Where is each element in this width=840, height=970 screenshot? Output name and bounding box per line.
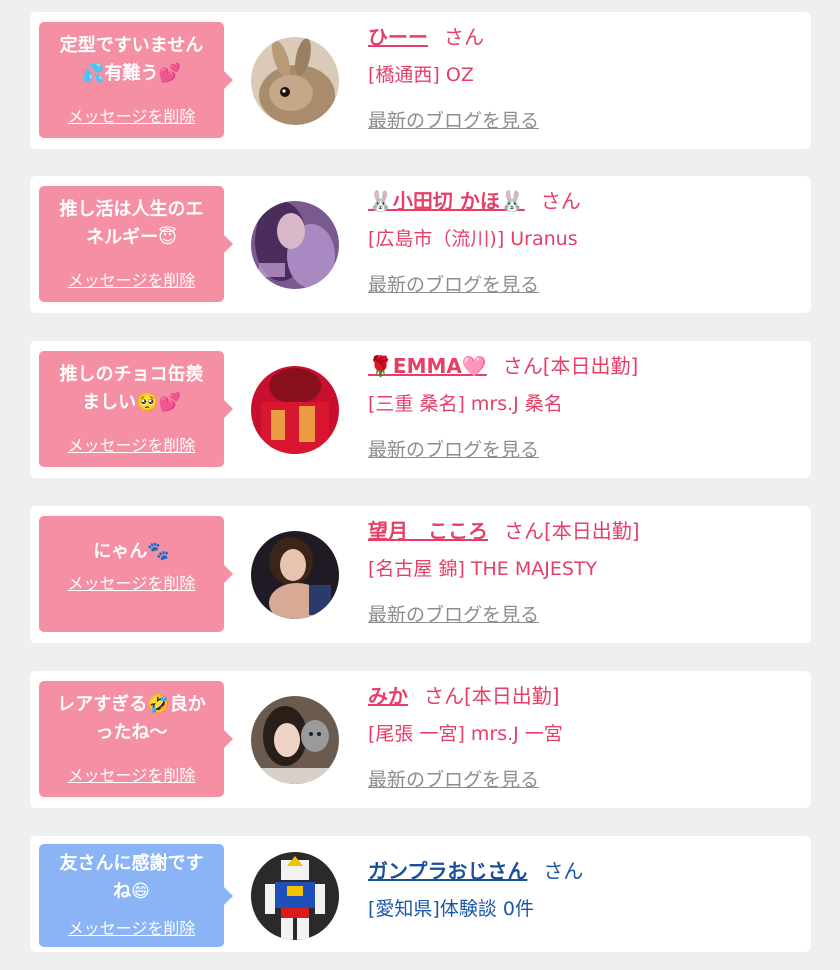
latest-blog-link[interactable]: 最新のブログを見る: [368, 435, 801, 465]
honorific: さん[本日出勤]: [502, 354, 639, 378]
message-text: 友さんに感謝です ね😄: [59, 853, 204, 902]
message-card: 推し活は人生のエ ネルギー😇 メッセージを削除 🐰小田切 かほ🐰 さん [広島市（…: [30, 176, 811, 313]
message-card: 友さんに感謝です ね😄 メッセージを削除 ガンプラおじさん さん [愛知県]体験談: [30, 836, 811, 952]
sender-info: 🐰小田切 かほ🐰 さん [広島市（流川)] Uranus 最新のブログを見る: [368, 186, 801, 300]
delete-message-link[interactable]: メッセージを削除: [39, 103, 224, 127]
message-text: 定型ですいません 💦有難う💕: [59, 35, 204, 84]
avatar[interactable]: [251, 366, 339, 454]
honorific: さん: [540, 189, 581, 213]
delete-message-link[interactable]: メッセージを削除: [39, 432, 224, 456]
shop-label: [愛知県]体験談 0件: [368, 898, 534, 920]
avatar[interactable]: [251, 201, 339, 289]
latest-blog-link[interactable]: 最新のブログを見る: [368, 600, 801, 630]
avatar[interactable]: [251, 37, 339, 125]
message-card: 定型ですいません 💦有難う💕 メッセージを削除 ひーー さん [橋通西] OZ 最…: [30, 12, 811, 149]
delete-message-link[interactable]: メッセージを削除: [39, 570, 224, 594]
message-card: 推しのチョコ缶羨 ましい🥺💕 メッセージを削除 🌹EMMA🩷 さん[本日出勤] […: [30, 341, 811, 478]
sender-info: 望月 こころ さん[本日出勤] [名古屋 錦] THE MAJESTY 最新のブロ…: [368, 516, 801, 630]
honorific: さん[本日出勤]: [504, 519, 640, 543]
shop-label: [橋通西] OZ: [368, 64, 474, 86]
message-bubble: 定型ですいません 💦有難う💕 メッセージを削除: [39, 22, 233, 138]
delete-message-link[interactable]: メッセージを削除: [39, 762, 224, 786]
message-bubble: 友さんに感謝です ね😄 メッセージを削除: [39, 844, 233, 947]
latest-blog-link[interactable]: 最新のブログを見る: [368, 270, 801, 300]
sender-info: ガンプラおじさん さん [愛知県]体験談 0件: [368, 856, 801, 924]
avatar[interactable]: [251, 696, 339, 784]
woman-cat-photo-icon: [251, 696, 339, 784]
shop-label: [名古屋 錦] THE MAJESTY: [368, 558, 598, 580]
message-list: 定型ですいません 💦有難う💕 メッセージを削除 ひーー さん [橋通西] OZ 最…: [0, 0, 840, 970]
sender-name-link[interactable]: ガンプラおじさん: [368, 859, 527, 883]
message-bubble: にゃん🐾 メッセージを削除: [39, 516, 233, 632]
message-text: 推しのチョコ缶羨 ましい🥺💕: [59, 364, 204, 413]
message-bubble: 推し活は人生のエ ネルギー😇 メッセージを削除: [39, 186, 233, 302]
woman-purple-photo-icon: [251, 201, 339, 289]
message-text: レアすぎる🤣良か ったね〜: [57, 694, 206, 743]
delete-message-link[interactable]: メッセージを削除: [39, 267, 224, 291]
shop-label: [広島市（流川)] Uranus: [368, 228, 578, 250]
sender-info: ひーー さん [橋通西] OZ 最新のブログを見る: [368, 22, 801, 136]
sender-info: みか さん[本日出勤] [尾張 一宮] mrs.J 一宮 最新のブログを見る: [368, 681, 801, 795]
sender-name-link[interactable]: みか: [368, 684, 408, 708]
delete-message-link[interactable]: メッセージを削除: [39, 915, 224, 939]
message-card: にゃん🐾 メッセージを削除 望月 こころ さん[本日出勤] [名古屋 錦] THE…: [30, 506, 811, 643]
shop-label: [尾張 一宮] mrs.J 一宮: [368, 723, 563, 745]
honorific: さん[本日出勤]: [424, 684, 560, 708]
rabbit-photo-icon: [251, 37, 339, 125]
robot-figure-photo-icon: [251, 852, 339, 940]
sender-name-link[interactable]: 望月 こころ: [368, 519, 488, 543]
message-bubble: レアすぎる🤣良か ったね〜 メッセージを削除: [39, 681, 233, 797]
avatar[interactable]: [251, 531, 339, 619]
sender-name-link[interactable]: ひーー: [368, 25, 428, 49]
message-bubble: 推しのチョコ缶羨 ましい🥺💕 メッセージを削除: [39, 351, 233, 467]
honorific: さん: [444, 25, 484, 49]
message-text: にゃん🐾: [93, 541, 170, 562]
avatar[interactable]: [251, 852, 339, 940]
message-card: レアすぎる🤣良か ったね〜 メッセージを削除 みか さん[本日出勤] [尾張 一宮…: [30, 671, 811, 808]
red-shirt-photo-icon: [251, 366, 339, 454]
sender-info: 🌹EMMA🩷 さん[本日出勤] [三重 桑名] mrs.J 桑名 最新のブログを見…: [368, 351, 801, 465]
sender-name-link[interactable]: 🌹EMMA🩷: [368, 354, 487, 378]
latest-blog-link[interactable]: 最新のブログを見る: [368, 106, 801, 136]
honorific: さん: [543, 859, 584, 883]
message-text: 推し活は人生のエ ネルギー😇: [59, 199, 204, 248]
sender-name-link[interactable]: 🐰小田切 かほ🐰: [368, 189, 525, 213]
shop-label: [三重 桑名] mrs.J 桑名: [368, 393, 563, 415]
latest-blog-link[interactable]: 最新のブログを見る: [368, 765, 801, 795]
woman-dark-photo-icon: [251, 531, 339, 619]
